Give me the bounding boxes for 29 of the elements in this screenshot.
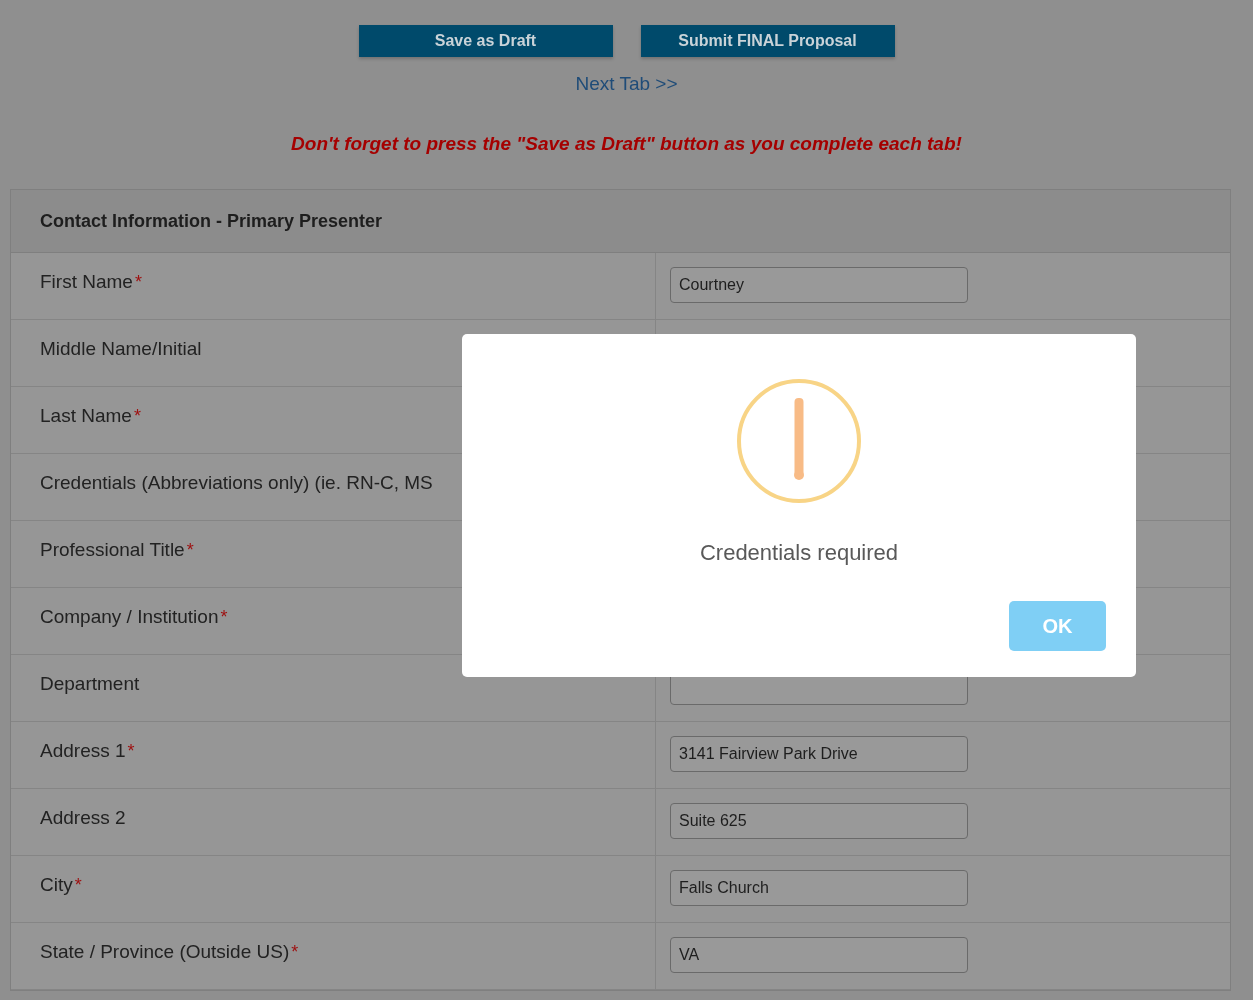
field-label: City [40,874,73,895]
field-label: Address 2 [40,807,126,828]
required-mark: * [74,875,82,895]
field-label: Department [40,673,140,694]
required-mark: * [133,406,141,426]
field-label: Address 1 [40,740,126,761]
alert-message: Credentials required [699,540,899,566]
input-field[interactable]: Courtney [670,267,968,303]
warning-icon [736,378,862,504]
reminder-text: Don't forget to press the "Save as Draft" button as you complete each tab! [290,133,963,155]
required-mark: * [134,272,142,292]
field-label: State / Province (Outside US) [40,941,290,962]
submit-button[interactable]: Submit FINAL Proposal [640,25,895,57]
panel-title: Contact Information - Primary Presenter [40,210,383,232]
required-mark: * [291,942,299,962]
input-field[interactable]: 3141 Fairview Park Drive [670,736,968,772]
field-label: Professional Title [40,539,185,560]
required-mark: * [186,540,194,560]
field-label: Company / Institution [40,606,219,627]
field-label: Middle Name/Initial [40,338,202,359]
input-field[interactable]: VA [670,937,968,973]
required-mark: * [127,741,135,761]
field-label: Last Name [40,405,132,426]
required-mark: * [220,607,228,627]
input-field[interactable]: Falls Church [670,870,968,906]
field-label: Credentials (Abbreviations only) (ie. RN-C, MS [40,472,433,493]
input-field[interactable]: Suite 625 [670,803,968,839]
field-label: First Name [40,271,133,292]
save-draft-button[interactable]: Save as Draft [358,25,613,57]
